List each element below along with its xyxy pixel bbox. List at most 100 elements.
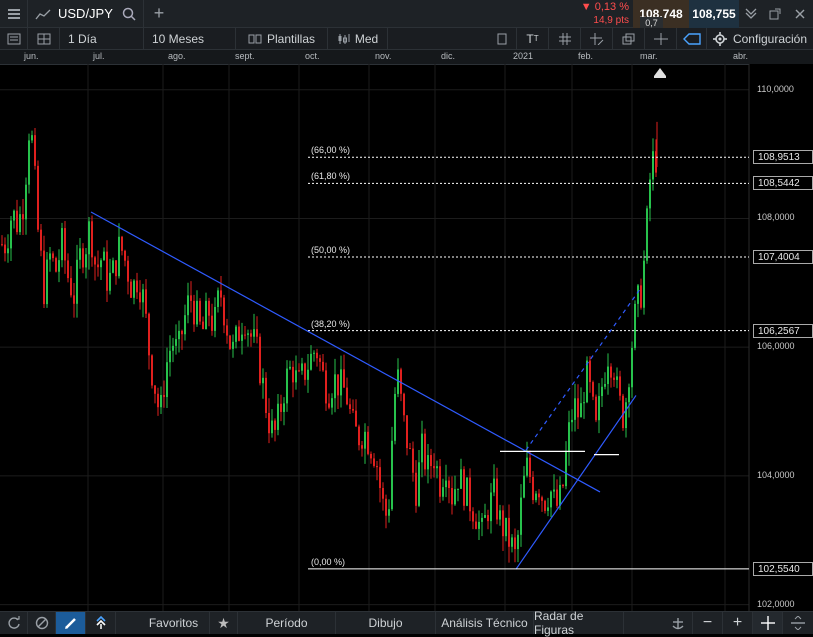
candle-body (1, 244, 3, 246)
range-select[interactable]: 10 Meses (144, 28, 236, 49)
collapse-icon[interactable] (739, 0, 763, 27)
fib-price-tag: 108,5442 (753, 176, 813, 191)
candle-body (451, 487, 453, 505)
search-icon[interactable] (114, 0, 144, 27)
crosshair-grid-icon[interactable] (581, 28, 613, 49)
candle-body (370, 453, 372, 459)
month-label: feb. (578, 51, 594, 61)
candle-body (124, 250, 126, 261)
page-icon[interactable] (487, 28, 517, 49)
candle-body (448, 480, 450, 488)
block-icon[interactable] (28, 612, 56, 634)
month-label: 2021 (513, 51, 534, 61)
candle-body (130, 281, 132, 298)
candle-body (601, 386, 603, 397)
horizontal-gridlines (0, 89, 749, 606)
month-label: oct. (305, 51, 320, 61)
candle-body (334, 374, 336, 399)
price-tag-icon[interactable] (677, 28, 707, 49)
templates-button[interactable]: Plantillas (236, 28, 328, 49)
pattern-radar-button[interactable]: Radar de Figuras (534, 609, 624, 637)
candle-body (286, 368, 288, 404)
candle-body (19, 214, 21, 233)
layout-grid-icon[interactable] (28, 28, 60, 49)
crosshair-icon[interactable] (645, 28, 677, 49)
style-select[interactable]: Med (328, 28, 388, 49)
candle-body (52, 253, 54, 259)
candle-body (415, 472, 417, 506)
magnet-icon[interactable] (86, 612, 116, 634)
vertical-fit-icon[interactable] (783, 612, 813, 634)
undock-icon[interactable] (763, 0, 787, 27)
candle-body (610, 366, 612, 378)
add-tab-icon[interactable]: + (144, 0, 174, 27)
list-icon[interactable] (0, 28, 28, 49)
candle-body (97, 264, 99, 268)
candle-body (88, 221, 90, 255)
symbol-label[interactable]: USD/JPY (58, 0, 114, 27)
duplicate-icon[interactable] (613, 28, 645, 49)
interval-select[interactable]: 1 Día (60, 28, 144, 49)
fib-level-label: (38,20 %) (311, 318, 351, 329)
candle-body (4, 244, 6, 254)
candle-body (568, 422, 570, 452)
candle-body (652, 151, 654, 180)
candle-body (166, 362, 168, 398)
chart-area[interactable]: 110,0000 108,0000 106,0000 104,0000 102,0000… (0, 64, 813, 611)
candle-body (619, 376, 621, 396)
candle-body (115, 260, 117, 277)
candle-body (232, 341, 234, 349)
candle-body (169, 350, 171, 363)
candle-body (514, 537, 516, 550)
candle-body (439, 466, 441, 497)
candle-body (553, 489, 555, 492)
candle-body (157, 393, 159, 408)
candle-body (55, 258, 57, 272)
refresh-icon[interactable] (0, 612, 28, 634)
text-size-icon[interactable]: TT (517, 28, 549, 49)
candle-body (136, 280, 138, 293)
menu-icon[interactable] (0, 0, 28, 27)
candle-body (607, 366, 609, 384)
candle-body (589, 360, 591, 383)
candle-body (205, 300, 207, 330)
candle-body (637, 285, 639, 304)
zoom-in-icon[interactable]: + (723, 612, 753, 634)
candle-body (517, 534, 519, 550)
candle-body (262, 377, 264, 384)
candles-icon (338, 33, 350, 44)
candle-body (217, 290, 219, 307)
candle-body (433, 466, 435, 469)
expand-cross-icon[interactable] (753, 612, 783, 634)
price-chart[interactable] (0, 64, 813, 611)
ask-price[interactable]: 108,755 (689, 0, 739, 28)
candle-body (616, 376, 618, 380)
zoom-out-icon[interactable]: − (693, 612, 723, 634)
candle-body (193, 300, 195, 325)
pencil-icon[interactable] (56, 612, 86, 634)
star-icon[interactable]: ★ (210, 612, 238, 634)
top-bar: USD/JPY + ▼ 0,13 % 14,9 pts 108,748 108,… (0, 0, 813, 29)
candle-body (112, 260, 114, 273)
candle-body (163, 394, 165, 398)
change-points: 14,9 pts (593, 14, 629, 26)
line-chart-icon[interactable] (28, 0, 58, 27)
settings-button[interactable]: Configuración (707, 28, 813, 49)
favorites-button[interactable]: Favoritos (138, 612, 210, 634)
candle-body (121, 236, 123, 251)
candle-body (484, 515, 486, 518)
candle-body (31, 135, 33, 141)
price-change: ▼ 0,13 % 14,9 pts (571, 0, 633, 28)
anchor-icon[interactable] (663, 612, 693, 634)
month-label: mar. (640, 51, 658, 61)
close-icon[interactable] (787, 0, 813, 27)
candle-body (442, 487, 444, 497)
technical-analysis-button[interactable]: Análisis Técnico (436, 612, 534, 634)
period-button[interactable]: Período (238, 612, 336, 634)
drawing-button[interactable]: Dibujo (336, 612, 436, 634)
candle-body (13, 210, 15, 221)
candle-body (175, 339, 177, 346)
grid-icon[interactable] (549, 28, 581, 49)
candle-body (277, 403, 279, 430)
price-tick-label: 104,0000 (757, 469, 795, 480)
